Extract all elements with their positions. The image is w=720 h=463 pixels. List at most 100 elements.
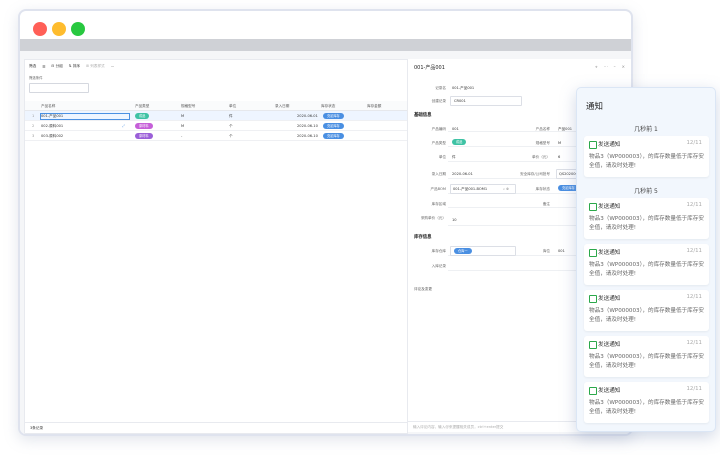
toolbar-filter[interactable]: 筛选 [29,64,36,69]
col-header-status[interactable]: 库存状态 [321,104,335,109]
notification-card-title: 发送通知 [598,204,621,210]
table-footer: 3条记录 [25,422,407,433]
record-name-value[interactable]: 001-产品001 [452,86,474,91]
field-label: 产品类型 [431,141,446,145]
record-count: 3条记录 [30,426,44,430]
share-icon[interactable]: ⋄ [595,64,598,69]
close-dot-icon[interactable] [33,22,47,36]
toolbar-group[interactable]: ⊟ 分组 [51,64,62,69]
row-spec: M [181,114,185,118]
row-unit: 个 [229,124,233,128]
creator-field[interactable]: CR001 [450,96,522,106]
row-spec: M [181,124,185,128]
comments-toggle[interactable]: 评论及变更 [414,287,432,292]
table-panel: 筛选 ☰ ⊟ 分组 ⇅ 排序 ⊞ 列表样式 ⋯ 筛选条件 产品名称 产品类型 规… [24,59,408,434]
status-tag: 充足库存 [323,122,344,129]
row-date: 2020-06-01 [297,114,318,118]
notification-body: 物品3（WP000003），的库存数量低于库存安全值，请及时处理! [589,154,704,169]
table-toolbar: 筛选 ☰ ⊟ 分组 ⇅ 排序 ⊞ 列表样式 ⋯ [29,64,114,69]
row-spec: - [181,134,183,138]
field-label: 单价（元） [532,155,550,159]
notification-card[interactable]: 发送通知 12/11 物品3（WP000003），的库存数量低于库存安全值，请及… [584,136,709,177]
minimize-dot-icon[interactable] [52,22,66,36]
field-label: 录入日期 [431,172,446,176]
row-number: 2 [32,124,35,128]
toolbar-list-icon[interactable]: ☰ [42,65,45,69]
notification-body: 物品3（WP000003），的库存数量低于库存安全值，请及时处理! [589,216,704,231]
row-name[interactable]: 002-原料001 [41,124,63,129]
table-row[interactable]: 1 001-产品001 成品 M 件 2020-06-01 充足库存 [25,111,407,121]
col-header-date[interactable]: 录入日期 [275,104,289,109]
notification-card[interactable]: 发送通知 12/11 物品3（WP000003），的库存数量低于库存安全值，请及… [584,336,709,377]
col-header-unit[interactable]: 单位 [229,104,236,109]
notification-date: 12/11 [686,294,702,300]
expand-icon[interactable]: ⤢ [122,124,125,128]
checkbox-icon[interactable] [589,295,597,303]
table-header: 产品名称 产品类型 规格型号 单位 录入日期 库存状态 库存金额 [25,101,407,111]
field-label: 库存状态 [535,187,550,191]
checkbox-icon[interactable] [589,249,597,257]
field-value[interactable]: 产品001 [558,127,572,132]
bom-select[interactable]: 001-产品001-BOM1 ⌕ ⊗ [450,184,516,194]
type-tag: 成品 [135,112,150,119]
section-basic: 基础信息 [414,113,432,118]
field-label: 单位 [438,155,446,159]
notification-panel: 通知 几秒前 1 发送通知 12/11 物品3（WP000003），的库存数量低… [576,87,716,432]
more-icon[interactable]: ⋯ [604,64,608,69]
col-header-amount[interactable]: 库存金额 [367,104,381,109]
close-icon[interactable]: × [622,64,625,69]
minimize-icon[interactable]: – [614,64,616,69]
checkbox-icon[interactable] [589,341,597,349]
checkbox-icon[interactable] [589,387,597,395]
record-name-label: 记录名 [435,86,446,90]
table-row[interactable]: 3 003-原料002 原材料 - 个 2020-06-10 充足库存 [25,131,407,141]
toolbar-style[interactable]: ⊞ 列表样式 [86,64,105,69]
notification-card[interactable]: 发送通知 12/11 物品3（WP000003），的库存数量低于库存安全值，请及… [584,244,709,285]
row-unit: 件 [229,114,233,118]
section-stock: 库存信息 [414,235,432,240]
field-label: 入库记录 [431,264,446,268]
toolbar-sort[interactable]: ⇅ 排序 [69,64,80,69]
creator-label: 创建记录 [431,99,446,103]
field-value[interactable]: 6 [558,155,560,159]
notification-body: 物品3（WP000003），的库存数量低于库存安全值，请及时处理! [589,400,704,415]
field-label: 库存仓库 [431,249,446,253]
checkbox-icon[interactable] [589,141,597,149]
field-label: 库存区域 [431,202,446,206]
field-value[interactable]: 001 [452,127,459,131]
table-row[interactable]: 2 002-原料001 ⤢ 原材料 M 个 2020-06-10 充足库存 [25,121,407,131]
col-header-spec[interactable]: 规格型号 [181,104,195,109]
detail-title: 001-产品001 [414,65,445,71]
field-value[interactable]: 件 [452,155,456,160]
notification-body: 物品3（WP000003），的库存数量低于库存安全值，请及时处理! [589,308,704,323]
field-value[interactable]: 10 [452,218,457,222]
row-number: 3 [32,134,35,138]
notification-card[interactable]: 发送通知 12/11 物品3（WP000003），的库存数量低于库存安全值，请及… [584,382,709,423]
app-body: 筛选 ☰ ⊟ 分组 ⇅ 排序 ⊞ 列表样式 ⋯ 筛选条件 产品名称 产品类型 规… [20,51,631,434]
field-value[interactable]: 001 [558,249,565,253]
row-unit: 个 [229,134,233,138]
checkbox-icon[interactable] [589,203,597,211]
warehouse-select[interactable]: 仓库一 [450,246,516,256]
field-label: 产品BOM [430,187,446,191]
field-value[interactable]: 2020-06-01 [452,172,473,176]
row-name[interactable]: 003-原料002 [41,134,63,139]
type-tag[interactable]: 成品 [452,139,467,145]
field-value[interactable]: M [558,141,561,145]
notification-date: 12/11 [686,140,702,146]
col-header-type[interactable]: 产品类型 [135,104,149,109]
row-name[interactable]: 001-产品001 [40,113,130,120]
search-input[interactable] [29,83,89,93]
detail-controls: ⋄ ⋯ – × [595,64,625,69]
row-date: 2020-06-10 [297,124,318,128]
type-tag: 原材料 [135,132,153,139]
notification-card[interactable]: 发送通知 12/11 物品3（WP000003），的库存数量低于库存安全值，请及… [584,198,709,239]
notification-card-title: 发送通知 [598,388,621,394]
search-icon[interactable]: ⌕ ⊗ [503,187,509,191]
field-label: 规格型号 [535,141,550,145]
notification-date: 12/11 [686,202,702,208]
notification-card[interactable]: 发送通知 12/11 物品3（WP000003），的库存数量低于库存安全值，请及… [584,290,709,331]
toolbar-more-icon[interactable]: ⋯ [111,65,115,69]
maximize-dot-icon[interactable] [71,22,85,36]
col-header-name[interactable]: 产品名称 [41,104,55,109]
